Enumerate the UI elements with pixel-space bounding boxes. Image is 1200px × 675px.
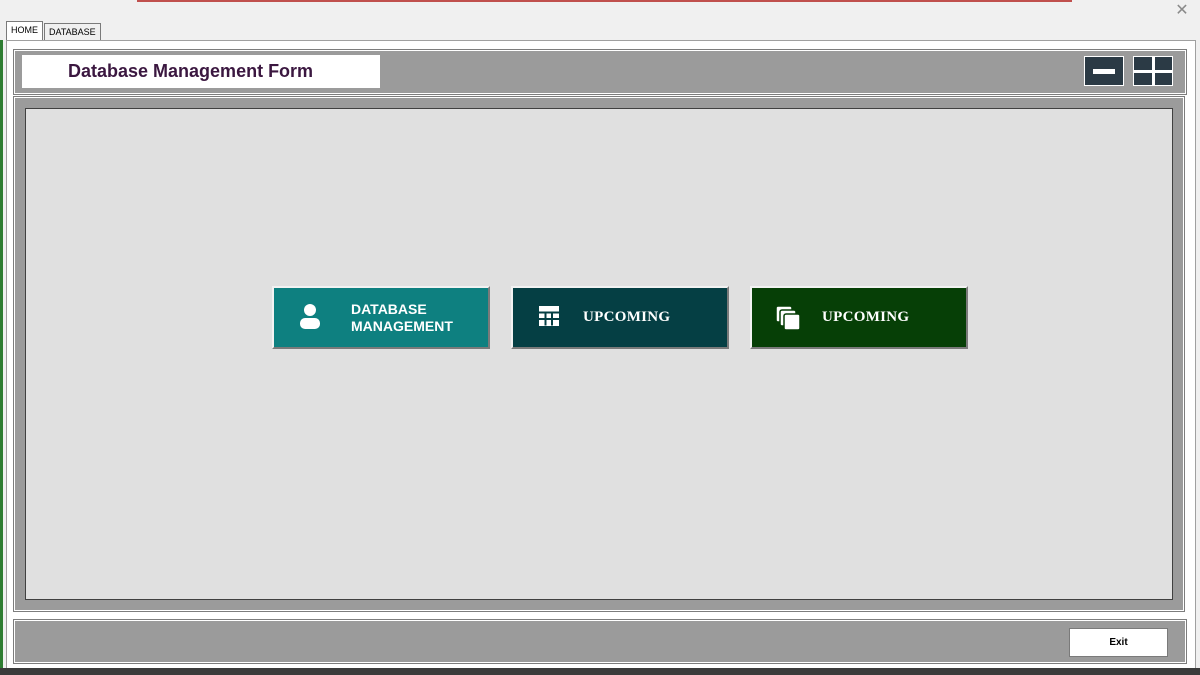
tab-strip: HOME DATABASE	[6, 21, 101, 40]
footer-bar: Exit	[14, 620, 1186, 663]
main-panel-frame: DATABASE MANAGEMENT UPCOMING UPCOMING	[14, 97, 1184, 611]
taskbar-strip	[0, 668, 1200, 675]
minimize-icon	[1093, 69, 1115, 74]
header-bar: Database Management Form	[14, 50, 1186, 94]
upcoming-button-2[interactable]: UPCOMING	[750, 286, 968, 349]
window-top-accent	[137, 0, 1072, 2]
database-management-label: DATABASE MANAGEMENT	[351, 300, 453, 334]
user-icon	[300, 304, 320, 329]
tab-home[interactable]: HOME	[6, 21, 43, 40]
page-title: Database Management Form	[68, 61, 314, 81]
grid-icon	[539, 306, 559, 326]
close-icon[interactable]: ✕	[1174, 3, 1190, 19]
main-panel: DATABASE MANAGEMENT UPCOMING UPCOMING	[25, 108, 1173, 600]
upcoming-button-1[interactable]: UPCOMING	[511, 286, 729, 349]
tab-database[interactable]: DATABASE	[44, 23, 101, 40]
stack-icon	[775, 305, 801, 331]
upcoming-label-2: UPCOMING	[822, 309, 910, 325]
title-box: Database Management Form	[22, 55, 380, 88]
maximize-button[interactable]	[1133, 56, 1173, 86]
upcoming-label-1: UPCOMING	[583, 309, 671, 325]
minimize-button[interactable]	[1084, 56, 1124, 86]
database-management-button[interactable]: DATABASE MANAGEMENT	[272, 286, 490, 349]
left-edge-strip	[0, 40, 3, 668]
exit-button[interactable]: Exit	[1069, 628, 1168, 657]
